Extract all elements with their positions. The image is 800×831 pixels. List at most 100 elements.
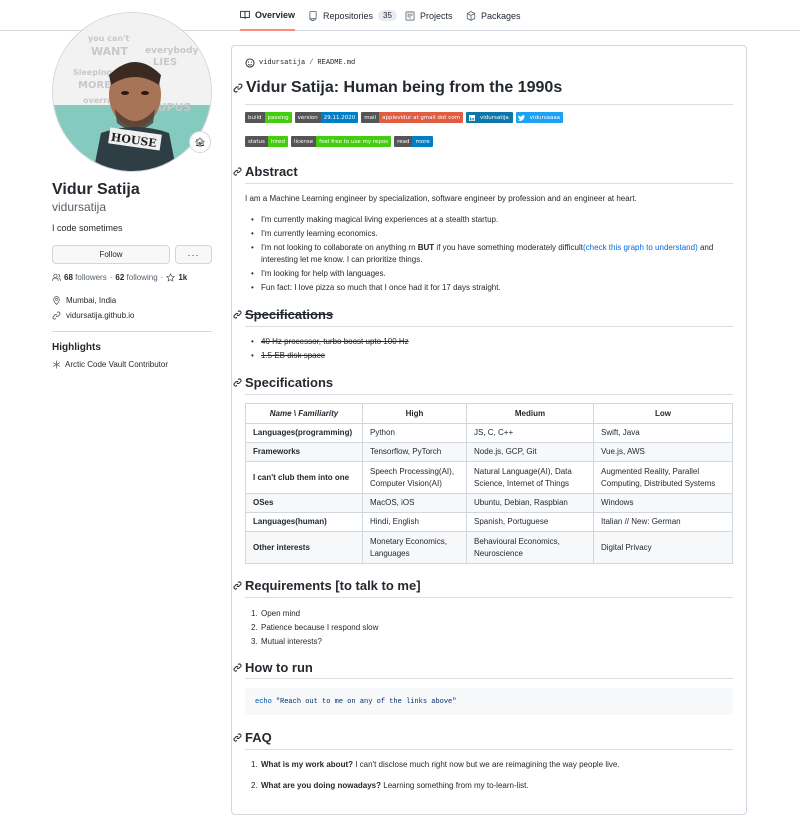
list-item: 2. Patience because I respond slow (251, 623, 379, 632)
table-cell: Languages(programming) (245, 423, 363, 443)
anchor-link-icon[interactable] (233, 733, 242, 742)
list-item: I'm looking for help with languages. (245, 268, 733, 280)
faq-question: What are you doing nowadays? (261, 781, 382, 790)
heading-rule (245, 326, 733, 327)
list-item: 1.5 EB disk space (245, 350, 409, 362)
stars-link[interactable]: 1k (166, 273, 187, 282)
specifications-heading-text: Specifications (245, 375, 334, 390)
table-header: High (362, 403, 467, 424)
heading-rule (245, 749, 733, 750)
old-specifications-list: 40 Hz processor, turbo boost upto 100 Hz… (245, 336, 409, 364)
badge-value: vidursatija (476, 113, 512, 122)
table-cell: Tensorflow, PyTorch (362, 442, 467, 462)
stars-count: 1k (178, 273, 188, 282)
table-cell: Spanish, Portuguese (466, 512, 594, 532)
table-cell: JS, C, C++ (466, 423, 594, 443)
more-options-button[interactable]: ··· (175, 245, 212, 264)
table-cell: Ubuntu, Debian, Raspbian (466, 493, 594, 513)
table-cell: Python (362, 423, 467, 443)
anchor-link-icon[interactable] (233, 167, 242, 176)
profile-login: vidursatija (52, 200, 107, 214)
badge-label: license (290, 136, 317, 147)
tab-repositories[interactable]: Repositories 35 (308, 0, 397, 31)
table-cell: Digital Privacy (593, 531, 733, 564)
readme-path-separator: / (309, 59, 314, 67)
list-item: I'm currently learning economics. (245, 228, 733, 240)
table-cell: Vue.js, AWS (593, 442, 733, 462)
table-cell: Other interests (245, 531, 363, 564)
tab-projects[interactable]: Projects (405, 0, 453, 31)
badge-value: feel free to use my repos (316, 136, 392, 147)
readme-path-file[interactable]: README.md (317, 59, 355, 67)
table-row: I can't club them into one Speech Proces… (245, 461, 733, 494)
code-block[interactable]: echo "Reach out to me on any of the links… (245, 688, 733, 715)
anchor-link-icon[interactable] (233, 663, 242, 672)
avatar[interactable]: you can't WANT everybody LIES Sleeping M… (52, 12, 212, 172)
badge-mail[interactable]: mail applevidur at gmail dot com (361, 112, 463, 123)
list-item-text: I'm not looking to collaborate on anythi… (261, 243, 418, 252)
repositories-count: 35 (378, 10, 397, 21)
badge-twitter[interactable]: vidursaaaa (515, 112, 564, 123)
badge-linkedin[interactable]: in vidursatija (465, 112, 513, 123)
list-item: 1. What is my work about? I can't disclos… (251, 760, 620, 769)
tab-packages[interactable]: Packages (466, 0, 521, 31)
anchor-link-icon[interactable] (233, 378, 242, 387)
svg-text:MORE: MORE (78, 80, 111, 91)
table-row: Frameworks Tensorflow, PyTorch Node.js, … (245, 442, 733, 462)
table-header-row: Name \ Familiarity High Medium Low (245, 403, 733, 424)
badge-label: read (394, 136, 413, 147)
table-cell: OSes (245, 493, 363, 513)
list-item: I'm currently making magical living expe… (245, 214, 733, 226)
faq-list: 1. What is my work about? I can't disclos… (245, 759, 620, 792)
website-link[interactable]: vidursatija.github.io (66, 311, 134, 320)
list-item: 1. Open mind (251, 609, 301, 618)
heading-rule (245, 678, 733, 679)
project-icon (405, 11, 415, 20)
badge-status[interactable]: status hired (245, 136, 288, 147)
heading-rule (245, 183, 733, 184)
badge-build[interactable]: build passing (245, 112, 292, 123)
requirements-heading: Requirements [to talk to me] (233, 578, 421, 593)
table-cell: Node.js, GCP, Git (466, 442, 594, 462)
highlight-label: Arctic Code Vault Contributor (65, 360, 169, 369)
graph-link[interactable]: (check this graph to understand) (583, 243, 698, 252)
specifications-heading: Specifications (233, 375, 333, 390)
badge-value: 29.11.2020 (320, 112, 359, 123)
tab-projects-label: Projects (420, 10, 453, 21)
star-icon (166, 273, 176, 282)
abstract-list: I'm currently making magical living expe… (245, 214, 733, 296)
tab-overview[interactable]: Overview (240, 0, 296, 31)
svg-text:you can't: you can't (88, 34, 129, 43)
svg-text:WANT: WANT (91, 45, 128, 58)
table-cell: Behavioural Economics, Neuroscience (466, 531, 594, 564)
table-row: Languages(programming) Python JS, C, C++… (245, 423, 733, 443)
badge-value: more (412, 136, 433, 147)
following-label: following (126, 273, 158, 282)
how-to-run-heading: How to run (233, 660, 313, 675)
list-item-text: Open mind (261, 609, 301, 618)
tab-packages-label: Packages (481, 10, 521, 21)
badge-value: passing (264, 112, 292, 123)
list-item-text: Mutual interests? (261, 637, 322, 646)
faq-answer: Learning something from my to-learn-list… (381, 781, 529, 790)
following-link[interactable]: 62 following (115, 273, 157, 282)
followers-link[interactable]: 68 followers (64, 273, 107, 282)
status-emoji-button[interactable]: 🏚 (189, 131, 211, 153)
anchor-link-icon[interactable] (233, 310, 242, 319)
faq-heading: FAQ (233, 730, 272, 745)
twitter-icon (515, 112, 527, 123)
readme-path-user[interactable]: vidursatija (259, 59, 305, 67)
table-row: Other interests Monetary Economics, Lang… (245, 531, 733, 564)
list-item: I'm not looking to collaborate on anythi… (245, 242, 733, 266)
specifications-table: Name \ Familiarity High Medium Low Langu… (245, 403, 733, 564)
abstract-heading: Abstract (233, 164, 298, 179)
anchor-link-icon[interactable] (233, 581, 242, 590)
highlight-item[interactable]: Arctic Code Vault Contributor (52, 360, 168, 369)
badge-version[interactable]: version 29.11.2020 (294, 112, 359, 123)
badges-row-2: status hired license feel free to use my r… (245, 136, 433, 147)
badge-license[interactable]: license feel free to use my repos (290, 136, 392, 147)
anchor-link-icon[interactable] (233, 83, 243, 93)
tab-overview-label: Overview (255, 9, 296, 20)
badge-read-more[interactable]: read more (394, 136, 433, 147)
follow-button[interactable]: Follow (52, 245, 170, 264)
